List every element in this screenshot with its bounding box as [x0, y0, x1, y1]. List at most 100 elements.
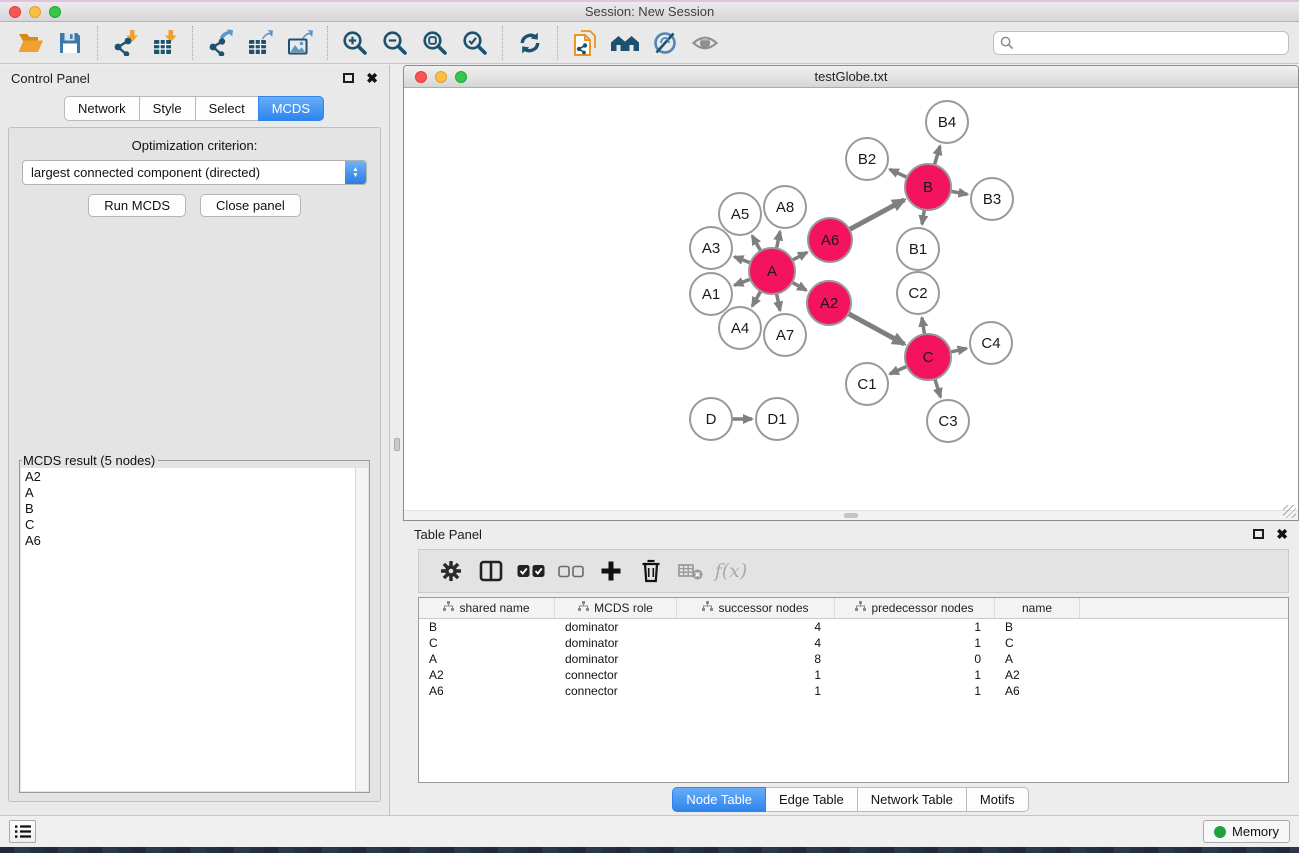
save-session-button[interactable] [50, 25, 90, 61]
close-panel-button[interactable]: Close panel [200, 194, 301, 217]
cell[interactable]: B [419, 620, 555, 634]
zoom-fit-button[interactable] [415, 25, 455, 61]
column-header-mcds-role[interactable]: MCDS role [555, 598, 677, 618]
tab-network-table[interactable]: Network Table [857, 787, 967, 812]
delete-column-button[interactable] [673, 554, 709, 588]
cell[interactable]: 1 [677, 684, 835, 698]
cell[interactable]: 1 [835, 684, 995, 698]
cell[interactable]: A [995, 652, 1080, 666]
table-row-c[interactable]: Cdominator41C [419, 635, 1288, 651]
memory-button[interactable]: Memory [1203, 820, 1290, 843]
cell[interactable]: 8 [677, 652, 835, 666]
add-column-button[interactable] [593, 554, 629, 588]
node-C4[interactable]: C4 [970, 322, 1012, 364]
node-B1[interactable]: B1 [897, 228, 939, 270]
cell[interactable]: dominator [555, 636, 677, 650]
result-item-c[interactable]: C [25, 517, 351, 533]
node-A6[interactable]: A6 [808, 218, 852, 262]
select-all-rows-button[interactable] [513, 554, 549, 588]
refresh-button[interactable] [510, 25, 550, 61]
cell[interactable]: A2 [419, 668, 555, 682]
tab-mcds[interactable]: MCDS [258, 96, 324, 121]
cell[interactable]: 4 [677, 620, 835, 634]
close-window-button[interactable] [9, 6, 21, 18]
run-mcds-button[interactable]: Run MCDS [88, 194, 186, 217]
cell[interactable]: dominator [555, 620, 677, 634]
node-C1[interactable]: C1 [846, 363, 888, 405]
open-session-button[interactable] [10, 25, 50, 61]
cell[interactable]: dominator [555, 652, 677, 666]
cell[interactable]: connector [555, 668, 677, 682]
export-network-button[interactable] [200, 25, 240, 61]
export-table-button[interactable] [240, 25, 280, 61]
show-column-button[interactable] [473, 554, 509, 588]
node-B3[interactable]: B3 [971, 178, 1013, 220]
node-B[interactable]: B [905, 164, 951, 210]
node-A[interactable]: A [749, 248, 795, 294]
network-hscrollbar[interactable] [404, 510, 1298, 520]
zoom-in-button[interactable] [335, 25, 375, 61]
import-table-button[interactable] [145, 25, 185, 61]
clone-network-button[interactable] [565, 25, 605, 61]
cell[interactable]: A6 [419, 684, 555, 698]
result-item-b[interactable]: B [25, 501, 351, 517]
zoom-selected-button[interactable] [455, 25, 495, 61]
home-view-button[interactable] [605, 25, 645, 61]
minimize-network-button[interactable] [435, 71, 447, 83]
result-scrollbar[interactable] [355, 468, 368, 791]
float-panel-icon[interactable] [343, 73, 354, 83]
search-field[interactable] [993, 31, 1289, 55]
cell[interactable]: A6 [995, 684, 1080, 698]
tab-select[interactable]: Select [195, 96, 259, 121]
table-row-a[interactable]: Adominator80A [419, 651, 1288, 667]
node-A3[interactable]: A3 [690, 227, 732, 269]
node-A1[interactable]: A1 [690, 273, 732, 315]
function-builder-button[interactable]: f(x) [713, 554, 749, 588]
delete-row-button[interactable] [633, 554, 669, 588]
table-row-a6[interactable]: A6connector11A6 [419, 683, 1288, 699]
cell[interactable]: 1 [835, 668, 995, 682]
cell[interactable]: 1 [835, 636, 995, 650]
tab-motifs[interactable]: Motifs [966, 787, 1029, 812]
result-item-a2[interactable]: A2 [25, 469, 351, 485]
tab-node-table[interactable]: Node Table [672, 787, 766, 812]
import-network-button[interactable] [105, 25, 145, 61]
cell[interactable]: B [995, 620, 1080, 634]
node-B4[interactable]: B4 [926, 101, 968, 143]
table-row-b[interactable]: Bdominator41B [419, 619, 1288, 635]
node-A4[interactable]: A4 [719, 307, 761, 349]
table-row-a2[interactable]: A2connector11A2 [419, 667, 1288, 683]
node-D[interactable]: D [690, 398, 732, 440]
close-panel-icon[interactable]: ✖ [366, 71, 378, 85]
deselect-all-rows-button[interactable] [553, 554, 589, 588]
close-network-button[interactable] [415, 71, 427, 83]
cell[interactable]: 1 [835, 620, 995, 634]
result-item-a6[interactable]: A6 [25, 533, 351, 549]
search-input[interactable] [1019, 35, 1282, 50]
column-header-shared-name[interactable]: shared name [419, 598, 555, 618]
result-item-a[interactable]: A [25, 485, 351, 501]
minimize-window-button[interactable] [29, 6, 41, 18]
cell[interactable]: A [419, 652, 555, 666]
zoom-network-button[interactable] [455, 71, 467, 83]
column-header-successor-nodes[interactable]: successor nodes [677, 598, 835, 618]
cell[interactable]: 4 [677, 636, 835, 650]
node-A2[interactable]: A2 [807, 281, 851, 325]
tab-edge-table[interactable]: Edge Table [765, 787, 858, 812]
export-image-button[interactable] [280, 25, 320, 61]
toggle-graphics-details-button[interactable] [645, 25, 685, 61]
vscroll-thumb[interactable] [394, 438, 400, 451]
hscroll-thumb[interactable] [844, 513, 858, 518]
node-A8[interactable]: A8 [764, 186, 806, 228]
network-canvas[interactable]: AA1A2A3A4A5A6A7A8BB1B2B3B4CC1C2C3C4DD1 [404, 89, 1298, 510]
node-A7[interactable]: A7 [764, 314, 806, 356]
node-C3[interactable]: C3 [927, 400, 969, 442]
cell[interactable]: 0 [835, 652, 995, 666]
node-D1[interactable]: D1 [756, 398, 798, 440]
resize-grip[interactable] [1283, 505, 1296, 518]
task-history-button[interactable] [9, 820, 36, 843]
cell[interactable]: C [419, 636, 555, 650]
cell[interactable]: A2 [995, 668, 1080, 682]
show-hide-button[interactable] [685, 25, 725, 61]
tab-network[interactable]: Network [64, 96, 140, 121]
